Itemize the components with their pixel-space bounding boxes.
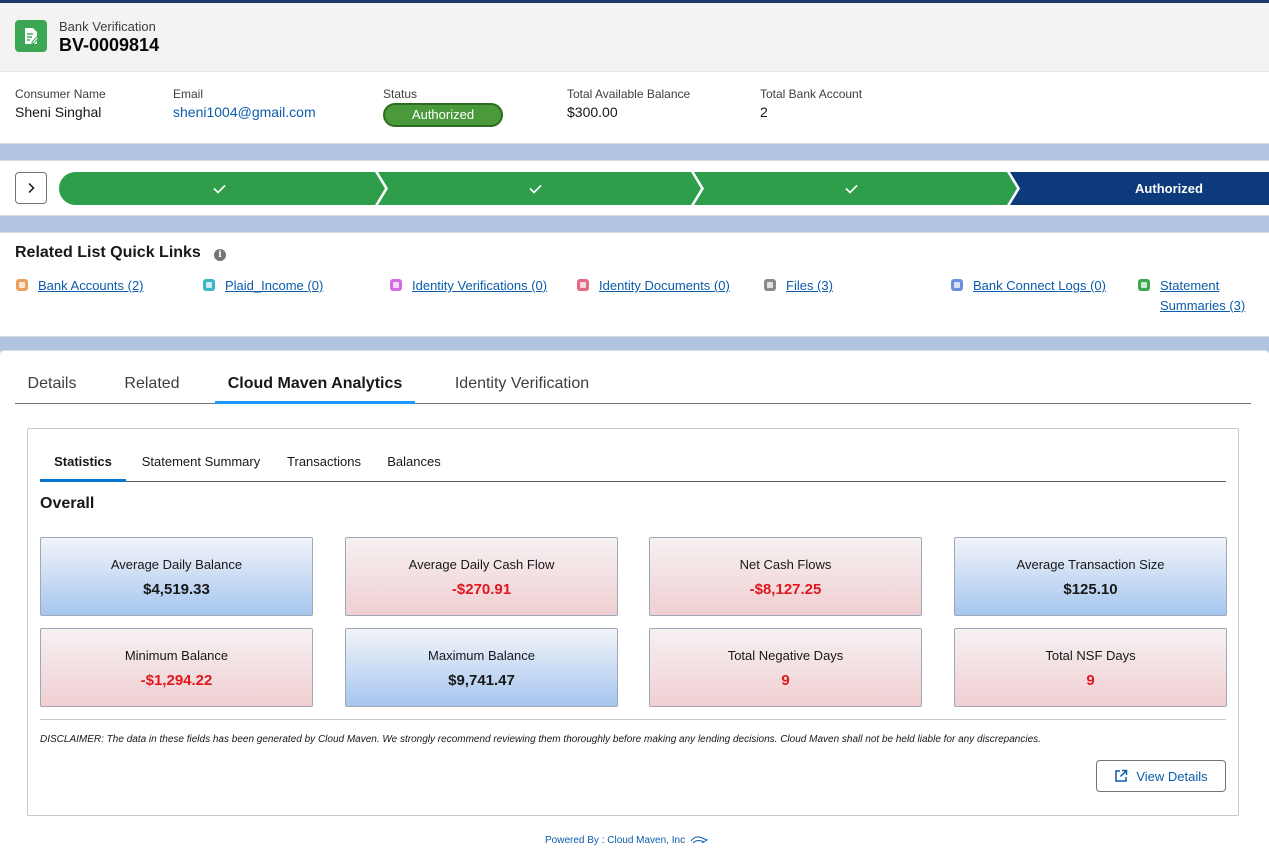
divider	[40, 719, 1226, 720]
stat-value: $4,519.33	[143, 581, 210, 598]
quick-link-label[interactable]: Bank Connect Logs (0)	[973, 276, 1106, 296]
quick-link-label[interactable]: Plaid_Income (0)	[225, 276, 323, 296]
quick-link-files[interactable]: Files (3)	[764, 276, 833, 296]
quick-links-title: Related List Quick Links	[15, 244, 201, 261]
email-link[interactable]: sheni1004@gmail.com	[173, 104, 316, 120]
stat-total-nsf-days: Total NSF Days 9	[954, 628, 1227, 707]
stat-value: $9,741.47	[448, 672, 515, 689]
powered-by-footer: Powered By : Cloud Maven, Inc	[545, 834, 709, 846]
stat-label: Total Negative Days	[727, 648, 844, 663]
quick-link-statement-summaries[interactable]: Statement Summaries (3)	[1138, 276, 1245, 316]
tab-identity-verification[interactable]: Identity Verification	[441, 368, 603, 404]
balance-label: Total Available Balance	[567, 87, 691, 101]
subtab-statement-summary[interactable]: Statement Summary	[137, 449, 265, 482]
stat-value: 9	[1086, 672, 1095, 689]
stat-value: $125.10	[1063, 581, 1118, 598]
quick-link-plaid-income[interactable]: Plaid_Income (0)	[203, 276, 323, 296]
path-expand-button[interactable]	[15, 172, 47, 204]
stat-total-negative-days: Total Negative Days 9	[649, 628, 922, 707]
quick-link-label-line2[interactable]: Summaries (3)	[1160, 296, 1245, 316]
stat-average-transaction-size: Average Transaction Size $125.10	[954, 537, 1227, 616]
record-tabs: Details Related Cloud Maven Analytics Id…	[15, 368, 1251, 404]
stat-value: -$8,127.25	[749, 581, 822, 598]
external-link-icon	[1115, 769, 1128, 782]
record-header: Bank Verification BV-0009814 Consumer Na…	[0, 3, 1269, 144]
cloud-maven-logo-icon	[690, 836, 709, 844]
bank-verification-icon	[15, 20, 47, 52]
consumer-name-value: Sheni Singhal	[15, 104, 102, 120]
stat-maximum-balance: Maximum Balance $9,741.47	[345, 628, 618, 707]
analytics-subtabs: Statistics Statement Summary Transaction…	[40, 449, 1226, 482]
record-type-label: Bank Verification	[59, 19, 156, 34]
info-icon[interactable]: i	[214, 249, 226, 261]
stat-label: Average Daily Cash Flow	[408, 557, 555, 572]
path-stage-2[interactable]	[378, 172, 701, 205]
stat-minimum-balance: Minimum Balance -$1,294.22	[40, 628, 313, 707]
bank-account-count-field: Total Bank Account 2	[760, 87, 862, 120]
identity-verification-icon	[390, 279, 402, 291]
file-icon	[764, 279, 776, 291]
disclaimer-text: DISCLAIMER: The data in these fields has…	[40, 734, 1041, 745]
stat-net-cash-flows: Net Cash Flows -$8,127.25	[649, 537, 922, 616]
stat-value: 9	[781, 672, 790, 689]
quick-link-label[interactable]: Bank Accounts (2)	[38, 276, 144, 296]
path-stages: Authorized	[59, 172, 1269, 205]
status-field: Status Authorized	[383, 87, 503, 127]
stat-label: Average Transaction Size	[1016, 557, 1165, 572]
stat-label: Minimum Balance	[124, 648, 229, 663]
related-quick-links-card: Related List Quick Links i Bank Accounts…	[0, 232, 1269, 337]
subtab-balances[interactable]: Balances	[385, 449, 443, 482]
balance-field: Total Available Balance $300.00	[567, 87, 690, 120]
status-badge: Authorized	[383, 103, 503, 127]
stat-average-daily-balance: Average Daily Balance $4,519.33	[40, 537, 313, 616]
path-component: Authorized	[0, 160, 1269, 216]
stat-label: Net Cash Flows	[739, 557, 832, 572]
quick-link-bank-accounts[interactable]: Bank Accounts (2)	[16, 276, 144, 296]
main-tabset-card: Details Related Cloud Maven Analytics Id…	[0, 350, 1269, 848]
consumer-name-label: Consumer Name	[15, 87, 106, 101]
identity-document-icon	[577, 279, 589, 291]
powered-by-text: Powered By : Cloud Maven, Inc	[545, 834, 686, 846]
email-label: Email	[173, 87, 204, 101]
bank-account-count-value: 2	[760, 104, 768, 120]
view-details-button[interactable]: View Details	[1096, 760, 1226, 792]
balance-value: $300.00	[567, 104, 618, 120]
stat-value: -$1,294.22	[140, 672, 213, 689]
log-icon	[951, 279, 963, 291]
chevron-right-icon	[28, 182, 35, 194]
income-icon	[203, 279, 215, 291]
quick-link-identity-documents[interactable]: Identity Documents (0)	[577, 276, 730, 296]
statement-icon	[1138, 279, 1150, 291]
stat-label: Total NSF Days	[1045, 648, 1136, 663]
tab-cloud-maven-analytics[interactable]: Cloud Maven Analytics	[215, 368, 415, 404]
quick-link-label[interactable]: Identity Documents (0)	[599, 276, 730, 296]
section-title: Overall	[40, 495, 95, 512]
email-field: Email sheni1004@gmail.com	[173, 87, 316, 120]
consumer-name-field: Consumer Name Sheni Singhal	[15, 87, 106, 120]
status-label: Status	[383, 87, 418, 101]
path-stage-3[interactable]	[694, 172, 1017, 205]
bank-account-icon	[16, 279, 28, 291]
subtab-transactions[interactable]: Transactions	[284, 449, 364, 482]
view-details-label: View Details	[1136, 768, 1208, 784]
highlights-panel: Consumer Name Sheni Singhal Email sheni1…	[0, 72, 1269, 144]
analytics-panel: Statistics Statement Summary Transaction…	[27, 428, 1239, 816]
record-name: BV-0009814	[59, 35, 160, 55]
quick-link-label[interactable]: Identity Verifications (0)	[412, 276, 547, 296]
quick-link-label-wrap: Statement Summaries (3)	[1160, 276, 1245, 316]
record-title-bar: Bank Verification BV-0009814	[0, 3, 1269, 72]
stat-average-daily-cash-flow: Average Daily Cash Flow -$270.91	[345, 537, 618, 616]
subtab-statistics[interactable]: Statistics	[40, 449, 126, 482]
quick-link-bank-connect-logs[interactable]: Bank Connect Logs (0)	[951, 276, 1106, 296]
stat-label: Maximum Balance	[428, 648, 535, 663]
stat-value: -$270.91	[451, 581, 512, 598]
bank-account-count-label: Total Bank Account	[760, 87, 863, 101]
tab-details[interactable]: Details	[15, 368, 89, 404]
quick-link-identity-verifications[interactable]: Identity Verifications (0)	[390, 276, 547, 296]
quick-link-label[interactable]: Statement	[1160, 276, 1245, 296]
tab-related[interactable]: Related	[113, 368, 191, 404]
quick-link-label[interactable]: Files (3)	[786, 276, 833, 296]
stat-label: Average Daily Balance	[110, 557, 243, 572]
path-current-stage-label: Authorized	[1135, 181, 1203, 196]
